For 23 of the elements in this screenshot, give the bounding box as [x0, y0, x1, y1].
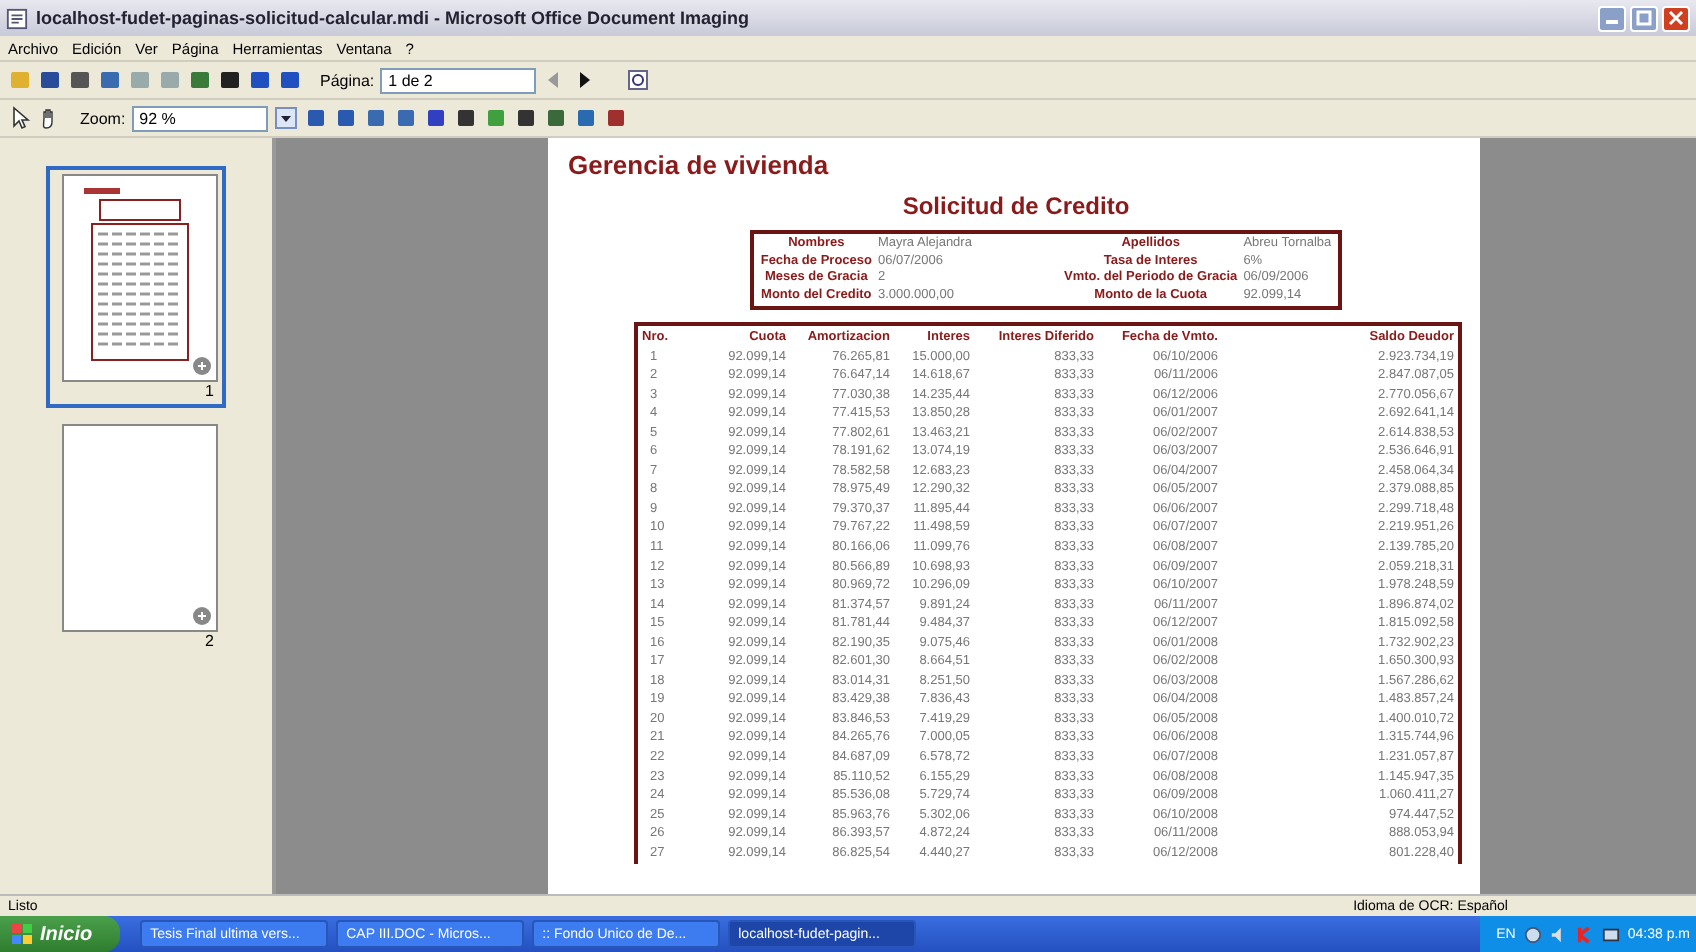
page-label: Página: — [320, 71, 375, 89]
maximize-button[interactable] — [1630, 5, 1658, 31]
windows-logo — [12, 924, 32, 944]
page-number: 1 — [205, 382, 216, 400]
page-field[interactable]: 1 de 2 — [380, 67, 537, 93]
zoom-field[interactable]: 92 % — [131, 105, 268, 131]
page-heading: Gerencia de vivienda — [568, 150, 831, 180]
pointer-icon[interactable] — [8, 106, 32, 130]
start-button[interactable]: Inicio — [0, 916, 121, 952]
app-icon — [6, 7, 28, 29]
close-button[interactable] — [1662, 5, 1690, 31]
zoom-label: Zoom: — [80, 109, 126, 127]
dropdown-icon[interactable] — [273, 106, 298, 130]
minimize-button[interactable] — [1598, 5, 1626, 31]
page-thumbnail[interactable]: 1 — [46, 166, 226, 408]
monitor-icon[interactable] — [1601, 925, 1620, 943]
help-icon[interactable] — [626, 68, 651, 92]
form-title: Solicitud de Credito — [902, 192, 1130, 220]
window-title: localhost-fudet-paginas-solicitud-calcular.mdi - Microsoft Office Document Imaging — [36, 8, 752, 28]
page-number: 2 — [205, 632, 216, 650]
maximize-icon — [1636, 10, 1652, 26]
close-icon — [1668, 10, 1684, 26]
network-icon[interactable] — [1523, 925, 1542, 943]
